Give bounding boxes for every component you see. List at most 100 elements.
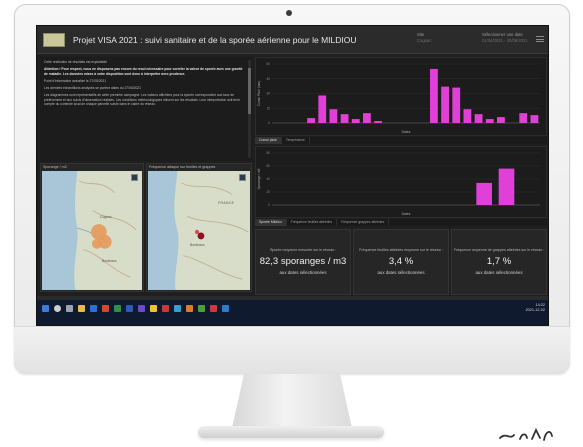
kpi-subtext: aux dates sélectionnées bbox=[475, 270, 523, 275]
y-tick-label: 15 bbox=[266, 106, 270, 110]
chart-bar bbox=[340, 114, 349, 123]
y-tick-label: 30 bbox=[266, 92, 270, 96]
app-logo bbox=[43, 32, 65, 47]
powerpoint-icon[interactable] bbox=[102, 305, 109, 312]
chart-bar bbox=[497, 117, 505, 123]
tab-cumul-pluie[interactable]: Cumul pluie bbox=[255, 137, 282, 144]
expand-map-button[interactable] bbox=[239, 174, 246, 181]
y-tick-label: 60 bbox=[266, 164, 270, 168]
search-icon[interactable] bbox=[54, 305, 61, 312]
teams-icon[interactable] bbox=[138, 305, 145, 312]
map-title: Sporange / m3 bbox=[43, 165, 67, 169]
clock-date: 2021-12-02 bbox=[525, 308, 545, 312]
screen: Projet VISA 2021 : suivi sanitaire et de… bbox=[36, 25, 549, 326]
chart-sporee-panel: 0 20 40 60 80 Dates Sporange / m3 bbox=[255, 146, 547, 218]
site-filter[interactable]: Site Cognac bbox=[417, 32, 431, 44]
x-axis-label: Dates bbox=[402, 130, 411, 134]
chart-bar bbox=[441, 86, 449, 123]
taskbar-clock[interactable]: 14:22 2021-12-02 bbox=[526, 303, 545, 313]
info-paragraph: Point d'information actualisé le 27/05/2… bbox=[44, 78, 107, 83]
task-view-icon[interactable] bbox=[66, 305, 73, 312]
chart-bar bbox=[530, 115, 539, 123]
info-paragraph: Les derniers échantillons analysés se po… bbox=[44, 86, 141, 91]
kpi-value: 3,4 % bbox=[388, 256, 414, 267]
chart-rainfall: 0 15 30 45 60 Dates Cumul Pluie (mm) bbox=[257, 62, 540, 134]
y-tick-label: 20 bbox=[266, 190, 270, 194]
info-paragraph: Les diagrammes sont représentatifs de ce… bbox=[44, 93, 240, 107]
tab-sporee-mildiou[interactable]: Sporée Mildiou bbox=[255, 219, 287, 226]
app-icon[interactable] bbox=[222, 305, 229, 312]
monitor-stand-base bbox=[198, 426, 384, 438]
chart-bar bbox=[329, 109, 338, 123]
y-axis-label: Sporange / m3 bbox=[257, 168, 261, 189]
map-canvas[interactable]: Cognac Bordeaux bbox=[42, 171, 142, 290]
kpi-value: 82,3 sporanges / m3 bbox=[259, 256, 347, 267]
map-base bbox=[148, 171, 250, 290]
y-tick-label: 40 bbox=[266, 177, 270, 181]
map-sporange: Sporange / m3 Cognac Bordeaux bbox=[40, 163, 144, 292]
chart-sporee: 0 20 40 60 80 Dates Sporange / m3 bbox=[257, 151, 540, 216]
kpi-subtext: aux dates sélectionnées bbox=[279, 270, 327, 275]
chart-bar bbox=[485, 119, 494, 123]
tab-temperature[interactable]: Température bbox=[282, 137, 310, 144]
excel-icon[interactable] bbox=[114, 305, 121, 312]
map-place-label: Bordeaux bbox=[190, 243, 205, 247]
app-icon[interactable] bbox=[210, 305, 217, 312]
monitor-chin bbox=[14, 326, 570, 374]
chart-bar bbox=[363, 113, 371, 123]
page-title: Projet VISA 2021 : suivi sanitaire et de… bbox=[73, 34, 357, 45]
tab-frequence-grappes[interactable]: Fréquence grappes atteintes bbox=[337, 219, 390, 226]
app-icon[interactable] bbox=[198, 305, 205, 312]
kpi-feuilles: Fréquence feuilles atteintes moyenne sur… bbox=[353, 229, 449, 295]
monitor-stand-neck bbox=[232, 374, 352, 428]
y-tick-label: 45 bbox=[266, 77, 270, 81]
text-scrollbar[interactable] bbox=[248, 60, 251, 158]
chart-bar bbox=[476, 182, 492, 205]
map-frequency: Fréquence attaque sur feuilles et grappe… bbox=[146, 163, 252, 292]
browser-icon[interactable] bbox=[90, 305, 97, 312]
expand-map-button[interactable] bbox=[131, 174, 138, 181]
map-canvas[interactable]: FRANCE Bordeaux bbox=[148, 171, 250, 290]
y-tick-label: 0 bbox=[268, 203, 270, 207]
app-header: Projet VISA 2021 : suivi sanitaire et de… bbox=[37, 26, 548, 54]
chart-bottom-tabs: Sporée Mildiou Fréquence feuilles attein… bbox=[255, 219, 547, 226]
x-axis-label: Dates bbox=[402, 212, 411, 216]
kpi-label: Fréquence moyenne de grappes atteintes s… bbox=[453, 248, 545, 252]
kpi-sporee: Sporée moyenne mesurée sur le réseau : 8… bbox=[255, 229, 351, 295]
outlook-icon[interactable] bbox=[174, 305, 181, 312]
signature-mark bbox=[499, 427, 553, 441]
app-icon[interactable] bbox=[186, 305, 193, 312]
y-tick-label: 0 bbox=[268, 121, 270, 125]
chart-bar bbox=[452, 87, 461, 123]
chart-rainfall-panel: 0 15 30 45 60 Dates Cumul Pluie (mm) bbox=[255, 57, 547, 136]
menu-icon[interactable] bbox=[536, 36, 544, 42]
webcam-dot bbox=[286, 10, 292, 16]
chart-bar bbox=[318, 95, 327, 123]
info-paragraph: Attention ! Pour respect, nous ne dispos… bbox=[44, 67, 243, 76]
chart-bar bbox=[474, 114, 483, 123]
map-place-label: FRANCE bbox=[218, 201, 235, 205]
kpi-grappes: Fréquence moyenne de grappes atteintes s… bbox=[451, 229, 547, 295]
info-text-panel: Cette restitution de résultats est explo… bbox=[40, 57, 252, 161]
site-filter-value: Cognac bbox=[417, 38, 432, 43]
windows-start-icon[interactable] bbox=[42, 305, 49, 312]
taskbar-top-strip bbox=[37, 296, 548, 300]
map-place-label: Bordeaux bbox=[102, 259, 117, 263]
chart-bar bbox=[351, 119, 360, 123]
word-icon[interactable] bbox=[126, 305, 133, 312]
os-taskbar: 14:22 2021-12-02 bbox=[37, 296, 548, 325]
file-explorer-icon[interactable] bbox=[78, 305, 85, 312]
map-title: Fréquence attaque sur feuilles et grappe… bbox=[149, 165, 216, 169]
kpi-label: Fréquence feuilles atteintes moyenne sur… bbox=[359, 248, 443, 252]
chrome-icon[interactable] bbox=[150, 305, 157, 312]
info-paragraph: Cette restitution de résultats est explo… bbox=[44, 60, 108, 64]
y-axis-label: Cumul Pluie (mm) bbox=[257, 81, 261, 107]
tab-frequence-feuilles[interactable]: Fréquence feuilles atteintes bbox=[287, 219, 338, 226]
date-filter-value: 01/04/2021 - 30/06/2021 bbox=[482, 38, 528, 43]
kpi-subtext: aux dates sélectionnées bbox=[377, 270, 425, 275]
map-place-label: Cognac bbox=[100, 215, 112, 219]
chart-bar bbox=[463, 109, 472, 123]
y-tick-label: 60 bbox=[266, 62, 270, 66]
pdf-reader-icon[interactable] bbox=[162, 305, 169, 312]
date-filter[interactable]: Sélectionner une date 01/04/2021 - 30/06… bbox=[482, 32, 528, 44]
